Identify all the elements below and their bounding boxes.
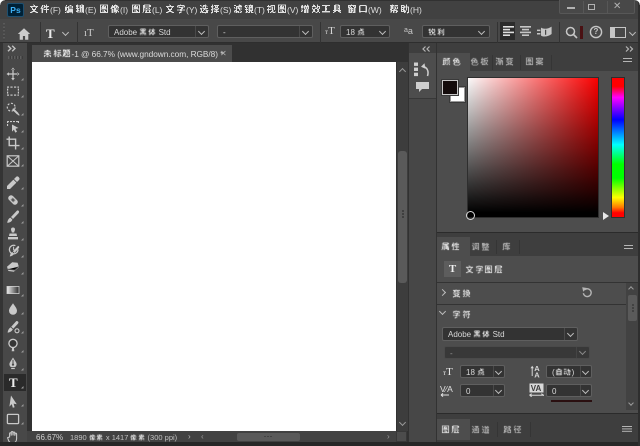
svg-text:V∕A: V∕A [440,384,453,394]
svg-text:A: A [534,371,540,379]
svg-text:VA: VA [531,384,542,393]
